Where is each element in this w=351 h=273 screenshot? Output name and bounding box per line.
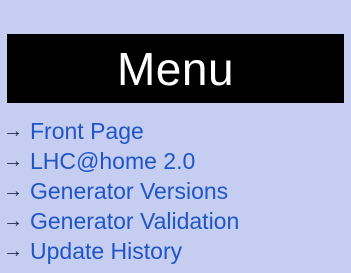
menu-item-generator-versions: → Generator Versions xyxy=(0,176,239,206)
menu-list: → Front Page → LHC@home 2.0 → Generator … xyxy=(0,116,239,266)
update-history-link[interactable]: Update History xyxy=(30,239,182,263)
generator-versions-link[interactable]: Generator Versions xyxy=(30,179,228,203)
menu-item-lhc-home: → LHC@home 2.0 xyxy=(0,146,239,176)
arrow-right-icon: → xyxy=(3,180,23,202)
arrow-right-icon: → xyxy=(3,240,23,262)
menu-panel: Menu → Front Page → LHC@home 2.0 → Gener… xyxy=(0,0,351,273)
lhc-home-link[interactable]: LHC@home 2.0 xyxy=(30,149,195,173)
arrow-right-icon: → xyxy=(3,150,23,172)
menu-item-update-history: → Update History xyxy=(0,236,239,266)
menu-item-generator-validation: → Generator Validation xyxy=(0,206,239,236)
menu-header: Menu xyxy=(7,34,344,103)
menu-item-front-page: → Front Page xyxy=(0,116,239,146)
menu-title: Menu xyxy=(116,42,235,95)
arrow-right-icon: → xyxy=(3,120,23,142)
arrow-right-icon: → xyxy=(3,210,23,232)
generator-validation-link[interactable]: Generator Validation xyxy=(30,209,239,233)
front-page-link[interactable]: Front Page xyxy=(30,119,144,143)
